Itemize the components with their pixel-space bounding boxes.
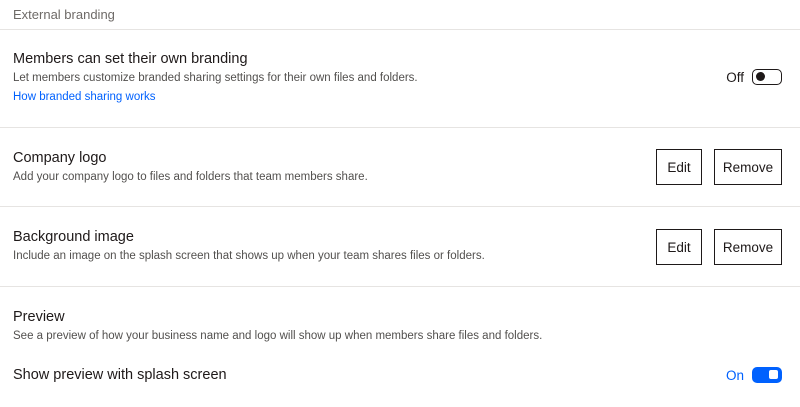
member-branding-toggle-label: Off	[726, 69, 744, 85]
company-logo-description: Add your company logo to files and folde…	[13, 171, 368, 183]
background-image-description: Include an image on the splash screen th…	[13, 250, 485, 262]
company-logo-edit-button[interactable]: Edit	[656, 149, 702, 185]
divider	[0, 127, 800, 128]
divider	[0, 206, 800, 207]
member-branding-toggle[interactable]	[752, 69, 782, 85]
background-image-title: Background image	[13, 229, 134, 245]
preview-title: Preview	[13, 309, 65, 325]
background-image-remove-button[interactable]: Remove	[714, 229, 782, 265]
splash-screen-toggle[interactable]	[752, 367, 782, 383]
splash-screen-toggle-label: On	[725, 367, 744, 383]
external-branding-settings: External branding Members can set their …	[0, 0, 800, 407]
company-logo-remove-button[interactable]: Remove	[714, 149, 782, 185]
splash-screen-label: Show preview with splash screen	[13, 367, 227, 383]
divider	[0, 286, 800, 287]
company-logo-title: Company logo	[13, 150, 107, 166]
preview-description: See a preview of how your business name …	[13, 330, 543, 342]
member-branding-title: Members can set their own branding	[13, 51, 248, 67]
splash-screen-toggle-group: On	[726, 367, 782, 383]
toggle-knob	[769, 370, 778, 379]
divider	[0, 29, 800, 30]
member-branding-toggle-group: Off	[726, 69, 782, 85]
toggle-knob	[756, 72, 765, 81]
background-image-edit-button[interactable]: Edit	[656, 229, 702, 265]
member-branding-description: Let members customize branded sharing se…	[13, 72, 418, 84]
how-branded-sharing-works-link[interactable]: How branded sharing works	[13, 91, 156, 103]
section-title: External branding	[13, 7, 115, 22]
